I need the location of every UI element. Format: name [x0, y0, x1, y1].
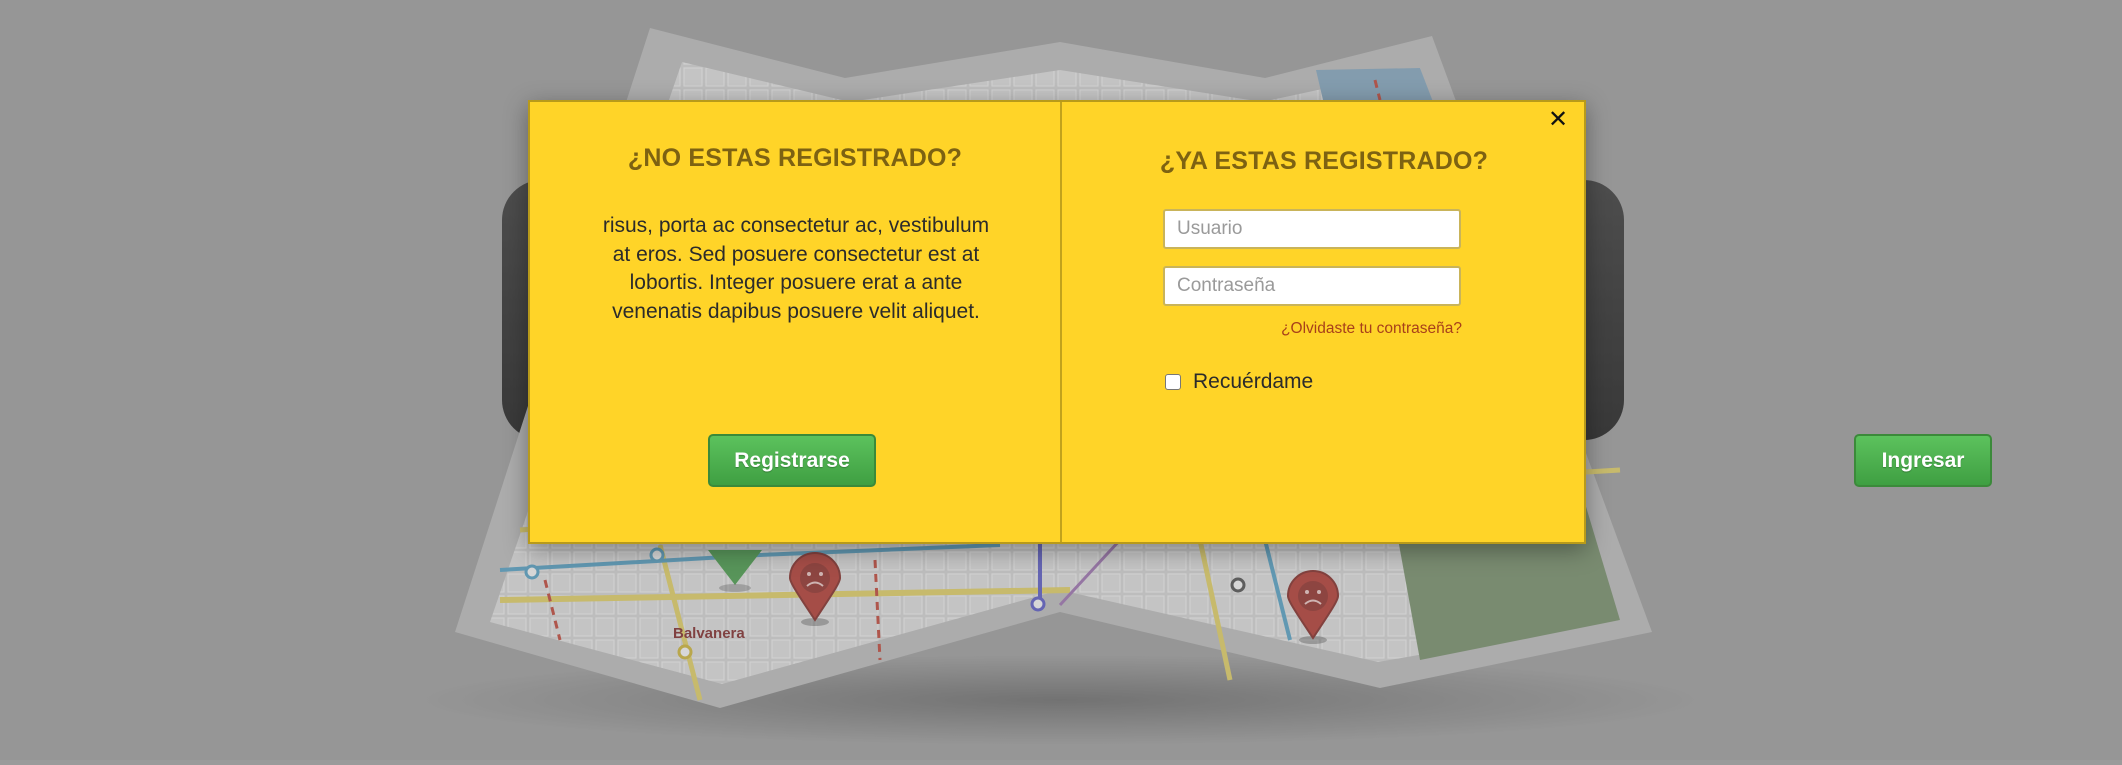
remember-me-row: Recuérdame: [1165, 370, 1313, 394]
login-button[interactable]: Ingresar: [1854, 434, 1992, 487]
login-register-modal: ✕ ¿NO ESTAS REGISTRADO? risus, porta ac …: [528, 100, 1992, 544]
remember-me-label: Recuérdame: [1193, 370, 1314, 393]
username-input[interactable]: [1163, 209, 1461, 249]
remember-me-checkbox[interactable]: [1165, 374, 1181, 390]
register-panel: ¿NO ESTAS REGISTRADO? risus, porta ac co…: [530, 102, 1062, 542]
register-button[interactable]: Registrarse: [708, 434, 876, 487]
register-title: ¿NO ESTAS REGISTRADO?: [627, 144, 963, 172]
login-title: ¿YA ESTAS REGISTRADO?: [1159, 147, 1489, 175]
register-description: risus, porta ac consectetur ac, vestibul…: [602, 214, 990, 323]
forgot-password-link[interactable]: ¿Olvidaste tu contraseña?: [1230, 320, 1462, 338]
password-input[interactable]: [1163, 266, 1461, 306]
